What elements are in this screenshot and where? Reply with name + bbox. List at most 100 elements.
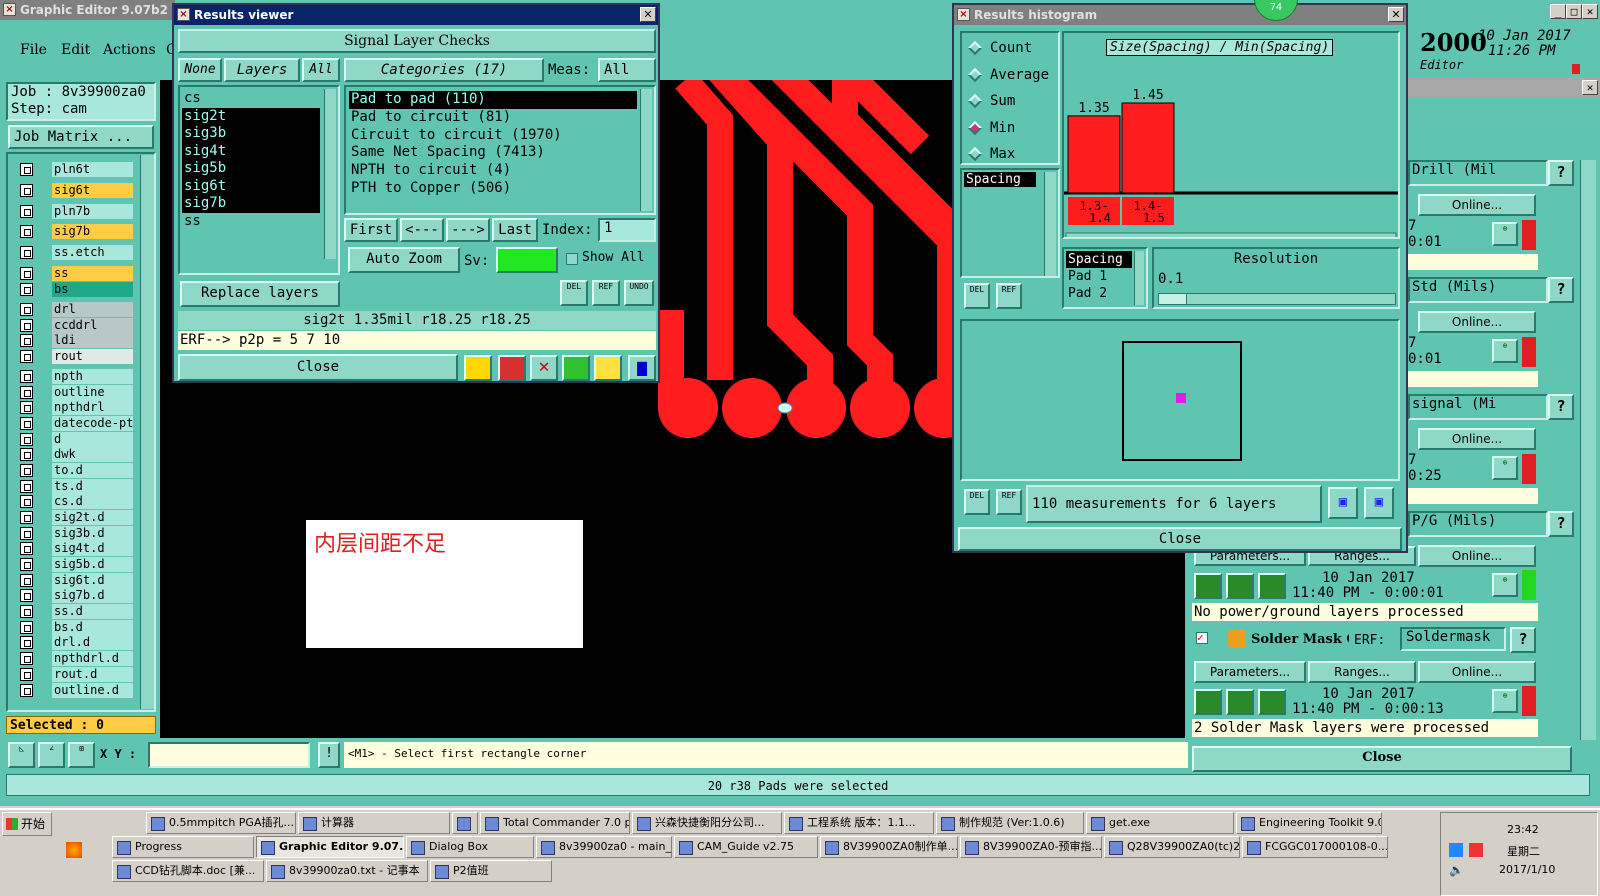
sm-online-button[interactable]: Online...	[1418, 661, 1536, 683]
layer-checkbox[interactable]	[20, 246, 33, 259]
check-help-button[interactable]: ?	[1548, 511, 1574, 537]
layer-checkbox[interactable]	[20, 205, 33, 218]
layer-row[interactable]: bs.d	[18, 620, 133, 635]
layer-row[interactable]: sig2t.d	[18, 510, 133, 525]
layer-row[interactable]: ss.etch	[18, 245, 133, 260]
layer-checkbox[interactable]	[20, 448, 33, 461]
spacing-list-item[interactable]: Spacing	[1066, 251, 1132, 268]
highlight-icon[interactable]	[464, 355, 492, 381]
check-erf-field[interactable]: signal (Mi	[1408, 394, 1548, 420]
online-button[interactable]: Online...	[1418, 194, 1536, 216]
layer-checkbox[interactable]	[20, 636, 33, 649]
layer-row[interactable]: dwk	[18, 447, 133, 462]
clear-icon[interactable]: ✕	[530, 355, 558, 381]
layer-checkbox[interactable]	[20, 401, 33, 414]
category-scrollbar[interactable]	[640, 89, 652, 211]
layer-checkbox[interactable]	[20, 433, 33, 446]
viewer-layer-item[interactable]: ss	[182, 213, 320, 231]
layer-name[interactable]: bs	[52, 282, 133, 297]
none-button[interactable]: None	[178, 58, 222, 82]
layer-checkbox[interactable]	[20, 621, 33, 634]
stat-option-sum[interactable]: Sum	[967, 92, 1058, 112]
layer-checkbox[interactable]	[20, 605, 33, 618]
layer-row[interactable]: to.d	[18, 463, 133, 478]
histo-ref-icon[interactable]: REF	[996, 283, 1022, 309]
layer-checkbox[interactable]	[20, 319, 33, 332]
spacing-item[interactable]: Spacing	[964, 172, 1036, 187]
pg-zoom-icon[interactable]: ⊕	[1492, 573, 1518, 597]
layer-name[interactable]: cs.d	[52, 494, 133, 509]
taskbar-item[interactable]: 兴森快捷衡阳分公司...	[632, 812, 782, 834]
layer-name[interactable]: sig7b.d	[52, 588, 133, 603]
undo-icon[interactable]: UNDO	[624, 280, 654, 306]
taskbar-item[interactable]: FCGGC017000108-0...	[1242, 836, 1388, 858]
layer-checkbox[interactable]	[20, 668, 33, 681]
category-item[interactable]: Same Net Spacing (7413)	[349, 144, 637, 162]
radio-icon[interactable]	[967, 40, 983, 56]
show-all-checkbox[interactable]	[566, 253, 578, 265]
layer-row[interactable]: sig3b.d	[18, 526, 133, 541]
slider-thumb[interactable]	[1159, 294, 1187, 304]
layer-name[interactable]: ccddrl	[52, 318, 133, 333]
layer-row[interactable]: sig5b.d	[18, 557, 133, 572]
start-button[interactable]: 开始	[2, 812, 52, 836]
layer-name[interactable]: sig7b	[52, 224, 133, 239]
sm-help-button[interactable]: ?	[1510, 627, 1536, 653]
layer-row[interactable]: ts.d	[18, 479, 133, 494]
close-window-icon[interactable]: ✕	[1582, 4, 1598, 19]
histogram-bar[interactable]	[1121, 102, 1175, 194]
radio-icon[interactable]	[967, 120, 983, 135]
layer-row[interactable]: rout	[18, 349, 133, 364]
layer-name[interactable]: pln6t	[52, 162, 133, 177]
check-zoom-icon[interactable]: ⊕	[1492, 222, 1518, 246]
sm-stop-icon[interactable]	[1258, 689, 1286, 715]
stat-option-count[interactable]: Count	[967, 39, 1058, 59]
layer-row[interactable]: npthdrl.d	[18, 651, 133, 666]
index-input[interactable]: 1	[598, 218, 656, 242]
layer-checkbox[interactable]	[20, 350, 33, 363]
layer-checkbox[interactable]	[20, 511, 33, 524]
viewer-layer-item[interactable]: cs	[182, 90, 320, 108]
taskbar-item[interactable]: Q28V39900ZA0(tc)2...	[1104, 836, 1240, 858]
menu-actions[interactable]: Actions	[103, 42, 156, 58]
taskbar-item[interactable]: CCD钻孔脚本.doc [兼...	[112, 860, 264, 882]
taskbar-item[interactable]: Graphic Editor 9.07...	[256, 836, 404, 858]
layer-name[interactable]: to.d	[52, 463, 133, 478]
del-icon[interactable]: DEL	[560, 280, 588, 306]
radio-icon[interactable]	[967, 146, 983, 162]
layer-name[interactable]: sig6t.d	[52, 573, 133, 588]
taskbar-item[interactable]: 8V39900ZA0制作单...	[820, 836, 958, 858]
info-icon[interactable]: !	[318, 742, 340, 768]
taskbar-item[interactable]: P2值班	[430, 860, 552, 882]
check-help-button[interactable]: ?	[1548, 394, 1574, 420]
layer-row[interactable]: drl	[18, 302, 133, 317]
layer-name[interactable]: npthdrl	[52, 400, 133, 415]
histogram-icon[interactable]: ▆	[628, 355, 656, 381]
histo-view2-icon[interactable]: ▣	[1364, 487, 1394, 519]
layer-checkbox[interactable]	[20, 542, 33, 555]
layer-name[interactable]: drl	[52, 302, 133, 317]
layer-checkbox[interactable]	[20, 589, 33, 602]
sv-color-select[interactable]	[496, 247, 558, 273]
check-erf-field[interactable]: Std (Mils)	[1408, 277, 1548, 303]
layer-name[interactable]: ss.etch	[52, 245, 133, 260]
right-scrollbar[interactable]	[1580, 160, 1596, 740]
layer-name[interactable]: sig6t	[52, 183, 133, 198]
layer-row[interactable]: sig6t.d	[18, 573, 133, 588]
layer-checkbox[interactable]	[20, 480, 33, 493]
ref-icon[interactable]: REF	[592, 280, 620, 306]
layer-checkbox[interactable]	[20, 652, 33, 665]
checklist-close-button[interactable]: Close	[1192, 746, 1572, 772]
layer-row[interactable]: outline.d	[18, 683, 133, 698]
grid-tool-icon[interactable]: ⊞	[68, 742, 95, 768]
taskbar-item[interactable]: Engineering Toolkit 9.0...	[1236, 812, 1382, 834]
layer-checkbox[interactable]	[20, 386, 33, 399]
layer-checkbox[interactable]	[20, 334, 33, 347]
check-help-button[interactable]: ?	[1548, 277, 1574, 303]
stat-option-average[interactable]: Average	[967, 66, 1058, 86]
check-erf-field[interactable]: P/G (Mils)	[1408, 511, 1548, 537]
meas-select[interactable]: All	[598, 58, 656, 82]
sm-checkbox[interactable]: ✓	[1196, 632, 1208, 644]
histo-del2-icon[interactable]: DEL	[964, 489, 990, 515]
category-item[interactable]: PTH to Copper (506)	[349, 180, 637, 198]
